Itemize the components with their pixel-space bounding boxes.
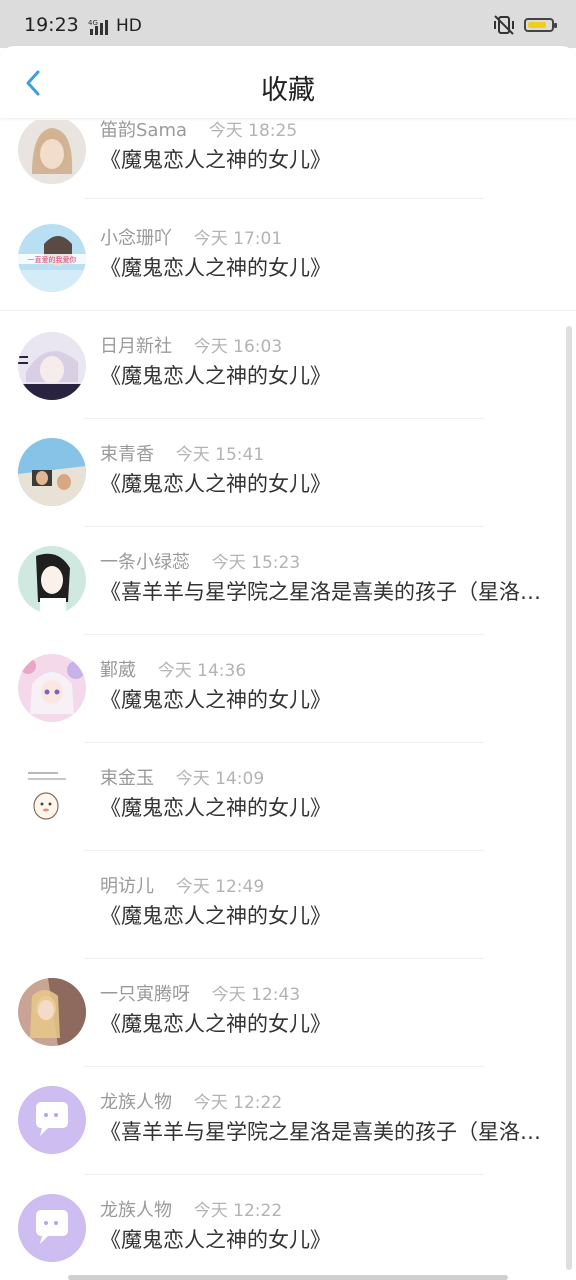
story-title[interactable]: 《喜羊羊与星学院之星洛是喜美的孩子（星洛… [100, 576, 548, 606]
avatar[interactable] [18, 978, 86, 1046]
list-item[interactable]: 一条小绿蕊 今天 15:23 《喜羊羊与星学院之星洛是喜美的孩子（星洛… [0, 538, 576, 646]
story-title[interactable]: 《魔鬼恋人之神的女儿》 [100, 468, 548, 498]
story-title[interactable]: 《喜羊羊与星学院之星洛是喜美的孩子（星洛… [100, 1116, 548, 1146]
scrollbar[interactable] [566, 326, 572, 1270]
story-title[interactable]: 《魔鬼恋人之神的女儿》 [100, 144, 548, 174]
user-name[interactable]: 日月新社 [100, 336, 172, 357]
list-item[interactable]: 一只寅腾呀 今天 12:43 《魔鬼恋人之神的女儿》 [0, 970, 576, 1078]
list-item[interactable]: 笛韵Sama 今天 18:25 《魔鬼恋人之神的女儿》 [0, 120, 576, 214]
divider [0, 310, 576, 311]
timestamp: 今天 16:03 [193, 337, 283, 357]
divider [84, 418, 484, 419]
item-meta: 束金玉 今天 14:09 [100, 764, 264, 790]
list-item[interactable]: 束金玉 今天 14:09 《魔鬼恋人之神的女儿》 [0, 754, 576, 862]
user-name[interactable]: 束金玉 [100, 768, 154, 789]
avatar[interactable] [18, 332, 86, 400]
status-bar: 19:23 4G HD [0, 0, 576, 48]
item-meta: 龙族人物 今天 12:22 [100, 1196, 282, 1222]
list-item[interactable]: 束青香 今天 15:41 《魔鬼恋人之神的女儿》 [0, 430, 576, 538]
user-name[interactable]: 一只寅腾呀 [100, 984, 190, 1005]
status-time: 19:23 [24, 14, 79, 36]
list-item[interactable]: 鄞葳 今天 14:36 《魔鬼恋人之神的女儿》 [0, 646, 576, 754]
app-header: 收藏 [0, 46, 576, 118]
list-item[interactable]: 龙族人物 今天 12:22 《喜羊羊与星学院之星洛是喜美的孩子（星洛… [0, 1078, 576, 1186]
home-indicator[interactable] [68, 1275, 508, 1280]
list-item[interactable]: 明访儿 今天 12:49 《魔鬼恋人之神的女儿》 [0, 862, 576, 970]
avatar[interactable]: 一直爱的我爱你 [18, 224, 86, 292]
vibrate-off-icon [492, 14, 516, 40]
story-title[interactable]: 《魔鬼恋人之神的女儿》 [100, 684, 548, 714]
item-meta: 一只寅腾呀 今天 12:43 [100, 980, 300, 1006]
avatar[interactable] [18, 1194, 86, 1262]
item-meta: 小念珊吖 今天 17:01 [100, 224, 282, 250]
page-title: 收藏 [261, 75, 315, 106]
favorites-list[interactable]: 笛韵Sama 今天 18:25 《魔鬼恋人之神的女儿》 一直爱的我爱你 小念珊吖… [0, 120, 576, 1280]
user-name[interactable]: 明访儿 [100, 876, 154, 897]
avatar[interactable] [18, 546, 86, 614]
signal-icon: 4G [88, 18, 114, 40]
divider [84, 198, 484, 199]
svg-text:4G: 4G [88, 19, 98, 27]
timestamp: 今天 12:43 [211, 985, 301, 1005]
story-title[interactable]: 《魔鬼恋人之神的女儿》 [100, 792, 548, 822]
divider [84, 1174, 484, 1175]
story-title[interactable]: 《魔鬼恋人之神的女儿》 [100, 360, 548, 390]
timestamp: 今天 12:22 [193, 1093, 283, 1113]
divider [84, 958, 484, 959]
avatar-caption: 一直爱的我爱你 [28, 255, 77, 264]
hd-indicator: HD [116, 16, 142, 36]
item-meta: 明访儿 今天 12:49 [100, 872, 264, 898]
user-name[interactable]: 小念珊吖 [100, 228, 172, 249]
timestamp: 今天 15:23 [211, 553, 301, 573]
timestamp: 今天 12:49 [175, 877, 265, 897]
item-meta: 笛韵Sama 今天 18:25 [100, 120, 297, 142]
user-name[interactable]: 束青香 [100, 444, 154, 465]
chat-bubble-icon [36, 1210, 68, 1244]
user-name[interactable]: 一条小绿蕊 [100, 552, 190, 573]
divider [84, 742, 484, 743]
item-meta: 鄞葳 今天 14:36 [100, 656, 246, 682]
timestamp: 今天 15:41 [175, 445, 265, 465]
story-title[interactable]: 《魔鬼恋人之神的女儿》 [100, 1008, 548, 1038]
timestamp: 今天 14:09 [175, 769, 265, 789]
divider [84, 1066, 484, 1067]
item-meta: 束青香 今天 15:41 [100, 440, 264, 466]
user-name[interactable]: 笛韵Sama [100, 120, 187, 141]
avatar[interactable] [18, 870, 86, 938]
chat-bubble-icon [36, 1102, 68, 1136]
story-title[interactable]: 《魔鬼恋人之神的女儿》 [100, 252, 548, 282]
avatar[interactable] [18, 1086, 86, 1154]
timestamp: 今天 17:01 [193, 229, 283, 249]
list-item[interactable]: 龙族人物 今天 12:22 《魔鬼恋人之神的女儿》 [0, 1186, 576, 1280]
user-name[interactable]: 龙族人物 [100, 1092, 172, 1113]
story-title[interactable]: 《魔鬼恋人之神的女儿》 [100, 1224, 548, 1254]
story-title[interactable]: 《魔鬼恋人之神的女儿》 [100, 900, 548, 930]
divider [84, 526, 484, 527]
timestamp: 今天 18:25 [208, 121, 298, 141]
divider [84, 634, 484, 635]
avatar[interactable] [18, 654, 86, 722]
avatar[interactable] [18, 438, 86, 506]
avatar[interactable] [18, 762, 86, 830]
timestamp: 今天 12:22 [193, 1201, 283, 1221]
user-name[interactable]: 龙族人物 [100, 1200, 172, 1221]
timestamp: 今天 14:36 [157, 661, 247, 681]
divider [84, 850, 484, 851]
battery-icon [524, 18, 557, 32]
avatar[interactable] [18, 120, 86, 184]
list-item[interactable]: 日月新社 今天 16:03 《魔鬼恋人之神的女儿》 [0, 322, 576, 430]
item-meta: 一条小绿蕊 今天 15:23 [100, 548, 300, 574]
item-meta: 龙族人物 今天 12:22 [100, 1088, 282, 1114]
list-item[interactable]: 一直爱的我爱你 小念珊吖 今天 17:01 《魔鬼恋人之神的女儿》 [0, 214, 576, 322]
user-name[interactable]: 鄞葳 [100, 660, 136, 681]
item-meta: 日月新社 今天 16:03 [100, 332, 282, 358]
